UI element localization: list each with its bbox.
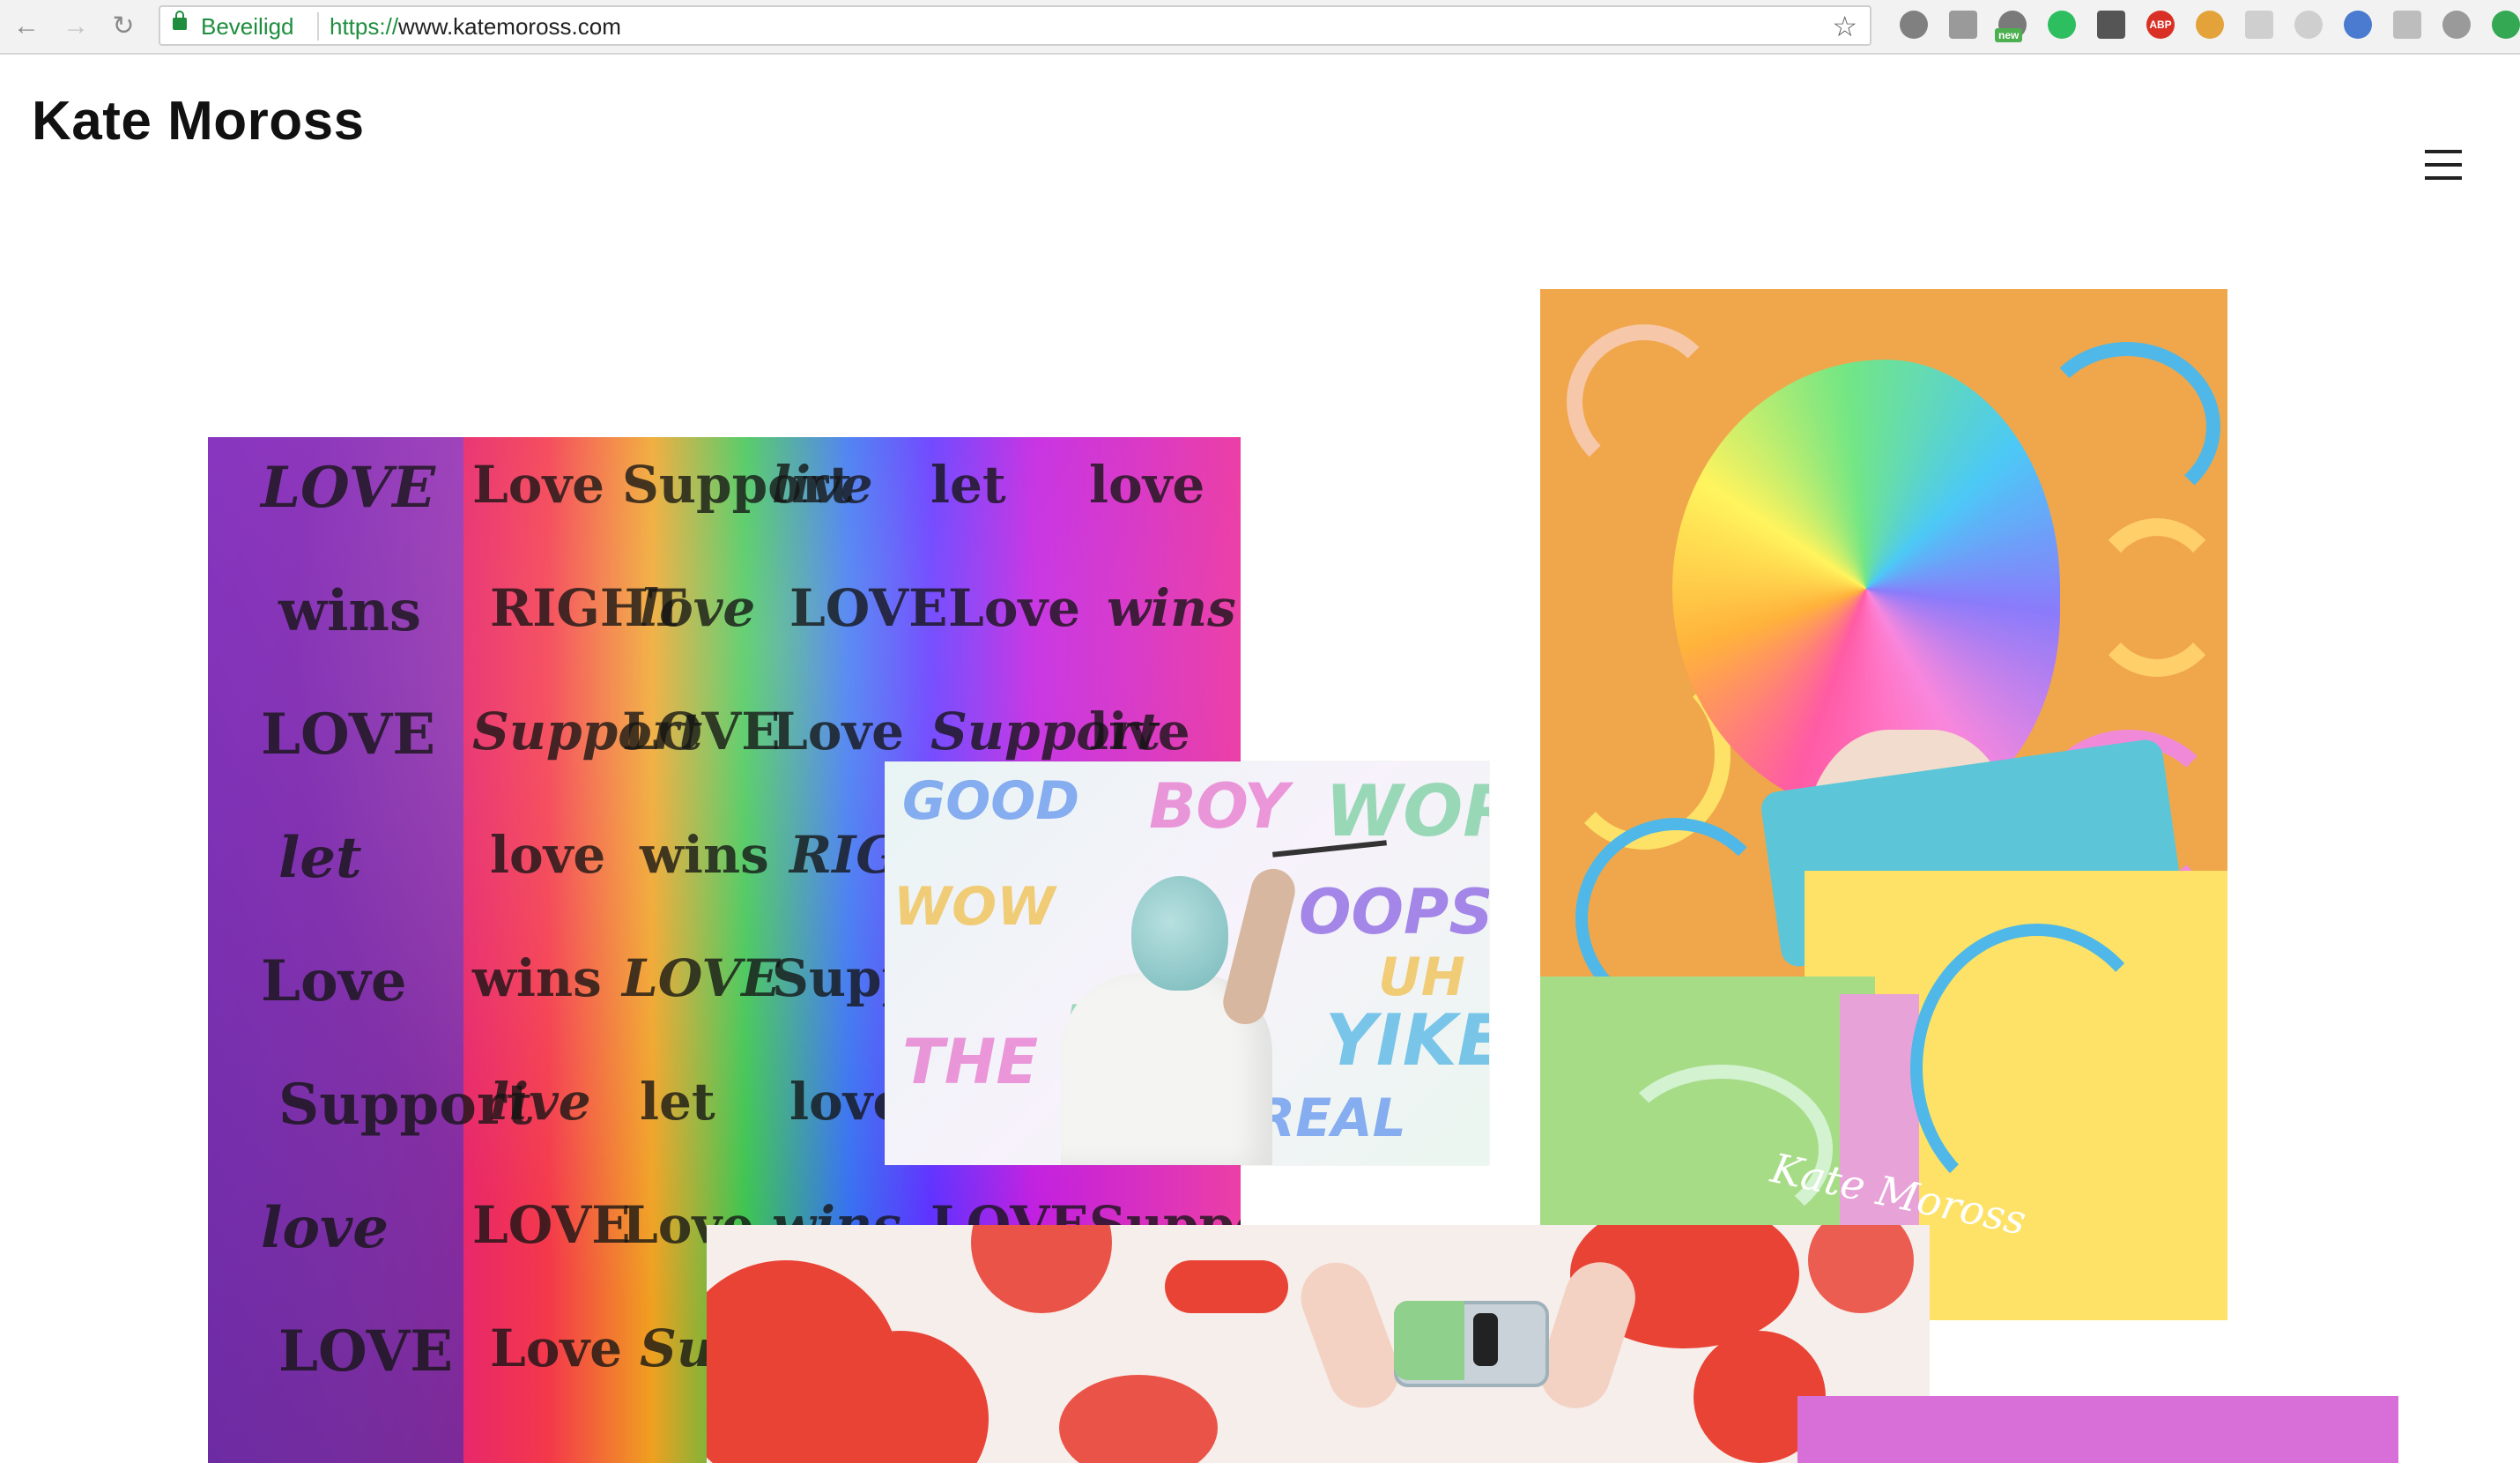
url-text[interactable]: https://www.katemoross.com	[330, 14, 621, 39]
mural-word: GOOD	[902, 770, 1080, 832]
bookmark-icon[interactable]	[2344, 11, 2372, 39]
lettering-word: love	[490, 825, 606, 885]
camera-icon[interactable]	[1949, 11, 1977, 39]
bookmark-star-icon[interactable]: ☆	[1832, 11, 1857, 42]
project-tile-mural[interactable]	[707, 1225, 1930, 1463]
address-bar[interactable]: Beveiligd https://www.katemoross.com ☆	[159, 5, 1871, 46]
lettering-word: LOVE	[261, 455, 436, 521]
reload-icon[interactable]: ↻	[106, 9, 141, 44]
hamburger-line	[2425, 163, 2462, 167]
mural-word: THE	[902, 1026, 1039, 1098]
lettering-word: LOVE	[261, 702, 436, 768]
lettering-word: let	[278, 825, 362, 891]
mural-word: REAL	[1255, 1088, 1406, 1149]
green-dot-icon[interactable]	[2492, 11, 2520, 39]
hamburger-line	[2425, 176, 2462, 180]
mural-word: WOW	[893, 876, 1056, 938]
squiggle-shape	[2086, 518, 2227, 677]
red-blob	[971, 1225, 1112, 1313]
grid-icon[interactable]	[2245, 11, 2273, 39]
lettering-word: LOVE	[622, 948, 781, 1008]
lettering-word: let	[640, 1072, 715, 1132]
lettering-word: love	[261, 1195, 389, 1261]
person-arm	[1218, 864, 1301, 1029]
mural-word: YIKE	[1325, 999, 1489, 1081]
squiggle-shape	[1910, 924, 2164, 1213]
pocket-icon[interactable]	[1900, 11, 1928, 39]
mural-word: OOPS	[1299, 876, 1489, 948]
squiggle-shape	[2034, 342, 2220, 511]
lettering-word: wins	[278, 578, 421, 644]
lettering-word: LOVE	[622, 702, 781, 761]
phone-case	[1394, 1301, 1464, 1380]
lettering-word: live	[490, 1072, 591, 1132]
circle-icon[interactable]	[2393, 11, 2421, 39]
lettering-word: let	[930, 455, 1006, 515]
site-title[interactable]: Kate Moross	[32, 85, 365, 159]
phone-camera	[1473, 1313, 1498, 1366]
vue-icon[interactable]	[2442, 11, 2471, 39]
lettering-word: LOVE	[278, 1318, 454, 1385]
project-tile-painter[interactable]: GOODBOYWORLWOWOOPSYIKEREALTHEMUH	[885, 761, 1489, 1165]
url-divider	[317, 12, 319, 41]
react-icon[interactable]	[2294, 11, 2323, 39]
lettering-word: live	[1089, 702, 1190, 761]
hamburger-icon[interactable]	[2425, 150, 2462, 180]
color-wheel-icon[interactable]	[2196, 11, 2224, 39]
lettering-word: love	[1089, 455, 1205, 515]
squiggle-shape	[1567, 324, 1722, 479]
mural-word: UH	[1378, 947, 1465, 1008]
lock-icon	[173, 11, 187, 30]
security-label: Beveiligd	[201, 13, 294, 40]
new-badge: new	[1995, 28, 2023, 42]
hamburger-line	[2425, 150, 2462, 153]
forward-icon[interactable]: →	[58, 9, 93, 44]
lettering-word: wins	[640, 825, 769, 885]
red-blob	[1059, 1375, 1218, 1463]
lettering-word: Love	[490, 1318, 623, 1378]
lettering-word: LOVE	[472, 1195, 631, 1255]
lettering-word: love	[640, 578, 756, 638]
lettering-word: wins	[472, 948, 602, 1008]
lettering-word: wins	[1107, 578, 1236, 638]
lettering-word: Love	[472, 455, 605, 515]
browser-toolbar: ← → ↻ Beveiligd https://www.katemoross.c…	[0, 0, 2520, 55]
back-icon[interactable]: ←	[9, 9, 44, 44]
lettering-word: live	[772, 455, 873, 515]
red-blob	[1165, 1260, 1288, 1313]
lettering-word: LOVE	[789, 578, 948, 638]
lettering-word: Love	[948, 578, 1081, 638]
project-tile-portrait[interactable]: Kate Moross	[1540, 289, 2227, 1320]
adblock-plus-icon[interactable]: ABP	[2146, 11, 2175, 39]
evernote-icon[interactable]	[2048, 11, 2076, 39]
url-host: www.katemoross.com	[398, 13, 621, 40]
url-scheme: https://	[330, 13, 399, 40]
project-tile-pink-block[interactable]	[1797, 1396, 2398, 1463]
mural-word: WORL	[1325, 770, 1489, 852]
cast-new-icon[interactable]: new	[1995, 11, 2027, 42]
left-hand	[1291, 1252, 1409, 1418]
lettering-word: Love	[772, 702, 905, 761]
mural-word: BOY	[1149, 770, 1289, 843]
red-blob	[1808, 1225, 1914, 1313]
lettering-word: Love	[261, 948, 407, 1014]
info-icon[interactable]	[2097, 11, 2125, 39]
person-head	[1131, 876, 1228, 991]
